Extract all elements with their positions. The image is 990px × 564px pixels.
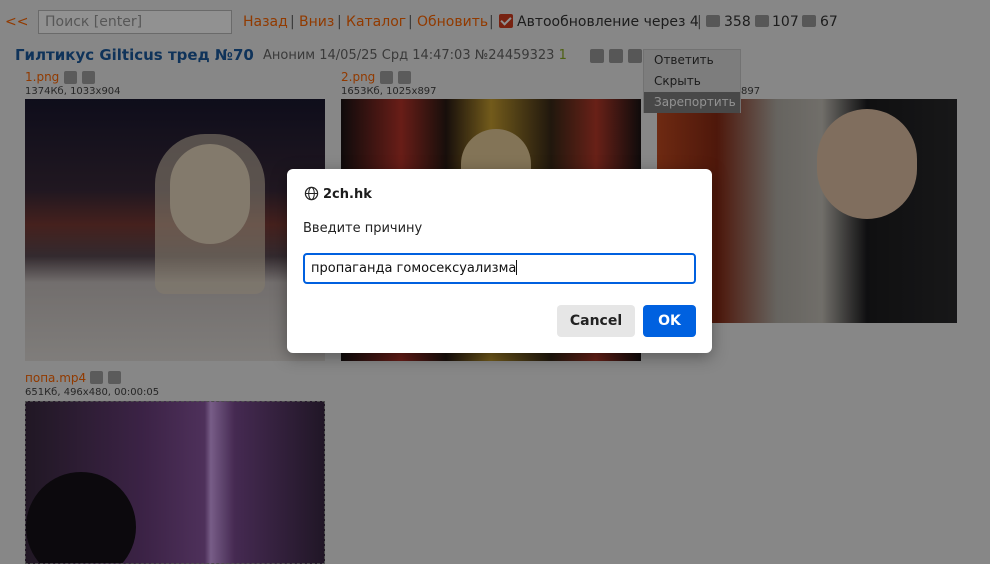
globe-icon [304, 186, 319, 201]
dialog-host-label: 2ch.hk [323, 187, 372, 202]
dialog-prompt: Введите причину [303, 221, 423, 236]
dialog-host: 2ch.hk [304, 186, 372, 202]
ok-button[interactable]: OK [643, 305, 696, 337]
reason-input-value: пропаганда гомосексуализма [311, 261, 517, 276]
reason-input[interactable]: пропаганда гомосексуализма [303, 253, 696, 284]
cancel-button[interactable]: Cancel [557, 305, 635, 337]
prompt-dialog: 2ch.hk Введите причину пропаганда гомосе… [287, 169, 712, 353]
